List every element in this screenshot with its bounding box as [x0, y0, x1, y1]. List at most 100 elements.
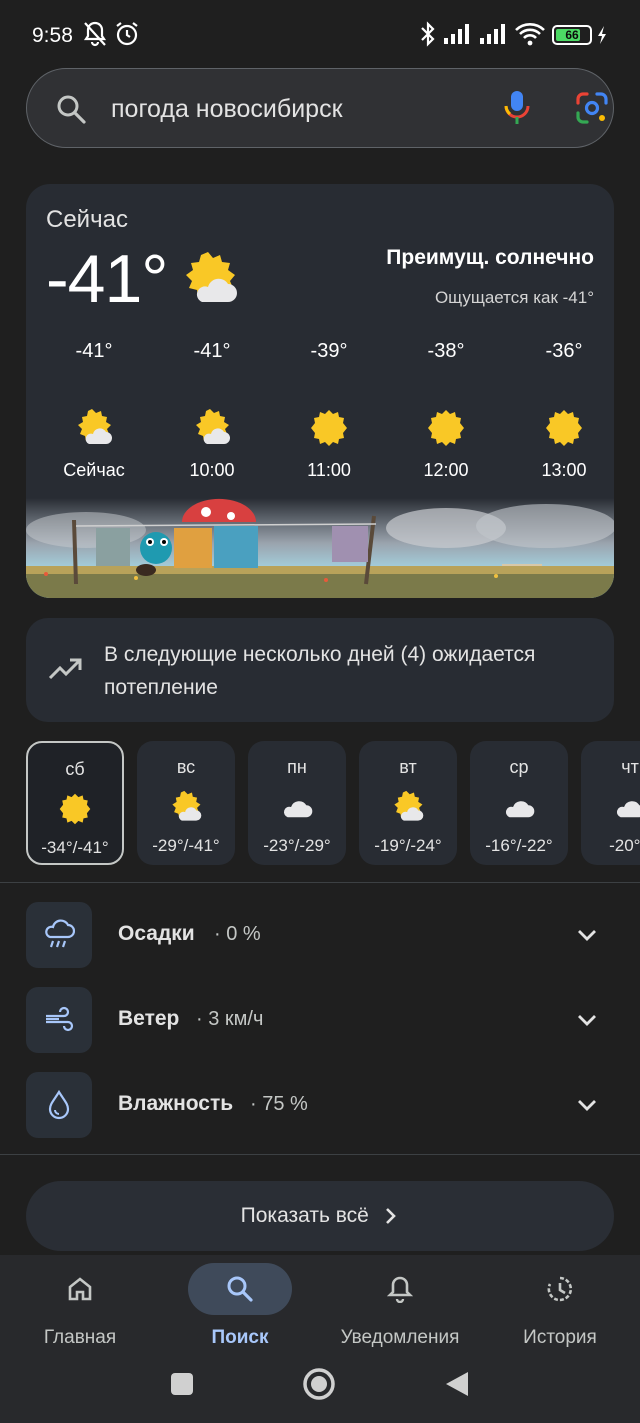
chevron-down-icon[interactable] — [576, 1094, 598, 1121]
day-temp-range: -19°/-24° — [374, 836, 442, 855]
humidity-icon — [26, 1072, 92, 1138]
day-scroll-clip: чт -20°/- — [581, 741, 640, 865]
wind-icon — [26, 987, 92, 1053]
hourly-temp: -39° — [310, 340, 348, 362]
day-name: ср — [509, 757, 529, 777]
detail-value: · 3 км/ч — [196, 1008, 264, 1030]
search-input[interactable]: погода новосибирск — [111, 95, 343, 124]
partly-sunny-icon — [180, 250, 240, 315]
hourly-temp: -41° — [193, 340, 231, 362]
back-button[interactable] — [444, 1370, 470, 1403]
hourly-time: 11:00 — [307, 460, 351, 480]
day-card[interactable]: ср -16°/-22° — [470, 741, 568, 865]
cloudy-icon — [613, 790, 640, 824]
day-temp-range: -29°/-41° — [152, 836, 220, 855]
day-name: чт — [621, 757, 639, 777]
detail-label: Осадки — [118, 922, 195, 945]
humidity-row[interactable]: Влажность · 75 % — [26, 1072, 614, 1138]
day-temp-range: -23°/-29° — [263, 836, 331, 855]
search-icon — [188, 1263, 292, 1315]
hourly-temp: -36° — [545, 340, 583, 362]
chevron-right-icon — [386, 1208, 397, 1225]
feels-like: Ощущается как -41° — [434, 288, 594, 307]
partly-sunny-icon — [169, 790, 203, 824]
search-bar[interactable]: погода новосибирск — [26, 68, 614, 148]
sunny-icon — [426, 408, 466, 448]
hourly-item: -38° 12:00 — [396, 340, 496, 481]
day-temp-range: -34°/-41° — [41, 838, 109, 857]
show-all-label: Показать всё — [240, 1204, 369, 1227]
hourly-time: 12:00 — [423, 460, 469, 480]
detail-label: Влажность — [118, 1092, 234, 1115]
detail-value-text: 0 % — [226, 923, 261, 945]
hourly-item: -36° 13:00 — [514, 340, 614, 481]
alarm-icon — [114, 20, 140, 53]
day-card[interactable]: вс -29°/-41° — [137, 741, 235, 865]
weather-card[interactable]: Сейчас -41° Преимущ. солнечно Ощущается … — [26, 184, 614, 598]
hourly-time: 10:00 — [189, 460, 235, 480]
nav-search[interactable]: Поиск — [160, 1263, 320, 1349]
nav-notifications[interactable]: Уведомления — [320, 1263, 480, 1349]
day-name: вс — [176, 757, 196, 777]
partly-sunny-icon — [74, 408, 114, 448]
hourly-time: Сейчас — [63, 460, 125, 480]
chevron-down-icon[interactable] — [576, 924, 598, 951]
partly-sunny-icon — [192, 408, 232, 448]
mic-icon[interactable] — [503, 89, 531, 132]
charging-icon — [596, 25, 608, 50]
weather-condition: Преимущ. солнечно — [386, 246, 594, 269]
trend-text: В следующие несколько дней (4) ожидается… — [104, 643, 536, 699]
recents-button[interactable] — [170, 1372, 194, 1401]
weather-scene-illustration — [26, 498, 614, 598]
bell-icon — [348, 1263, 452, 1315]
warming-trend-card[interactable]: В следующие несколько дней (4) ожидается… — [26, 618, 614, 722]
nav-label: История — [523, 1327, 597, 1348]
hourly-temp: -38° — [427, 340, 465, 362]
nav-home[interactable]: Главная — [0, 1263, 160, 1349]
day-card[interactable]: пн -23°/-29° — [248, 741, 346, 865]
detail-value-text: 3 км/ч — [208, 1008, 264, 1030]
sunny-icon — [544, 408, 584, 448]
wifi-icon — [514, 20, 546, 53]
signal-icon — [478, 20, 510, 53]
lens-icon[interactable] — [575, 91, 609, 130]
show-all-button[interactable]: Показать всё — [26, 1181, 614, 1251]
nav-history[interactable]: История — [480, 1263, 640, 1349]
bluetooth-icon — [418, 20, 438, 53]
hourly-item: -41° 10:00 — [162, 340, 262, 481]
trending-up-icon — [48, 656, 84, 687]
bell-off-icon — [82, 20, 108, 53]
day-temp-range: -20°/- — [609, 836, 640, 855]
history-icon — [508, 1263, 612, 1315]
wind-row[interactable]: Ветер · 3 км/ч — [26, 987, 614, 1053]
detail-value-text: 75 % — [262, 1093, 308, 1115]
day-card[interactable]: чт -20°/- — [581, 741, 640, 865]
chevron-down-icon[interactable] — [576, 1009, 598, 1036]
day-name: сб — [65, 759, 85, 779]
hourly-temp: -41° — [75, 340, 113, 362]
day-name: пн — [287, 757, 307, 777]
battery-level: 66 — [565, 28, 579, 42]
day-card[interactable]: вт -19°/-24° — [359, 741, 457, 865]
status-bar: 9:58 66 — [0, 0, 640, 70]
divider — [0, 882, 640, 883]
now-label: Сейчас — [46, 206, 128, 233]
rain-icon — [26, 902, 92, 968]
search-icon — [55, 93, 87, 130]
sunny-icon — [58, 792, 92, 826]
nav-label: Уведомления — [340, 1327, 460, 1348]
nav-label: Поиск — [211, 1327, 269, 1348]
battery-icon: 66 — [552, 25, 592, 45]
bottom-navigation: Главная Поиск Уведомления История — [0, 1255, 640, 1423]
day-name: вт — [399, 757, 417, 777]
detail-value: · 0 % — [214, 923, 261, 945]
current-temperature: -41° — [46, 241, 168, 317]
nav-label: Главная — [43, 1327, 117, 1348]
hourly-item: -39° 11:00 — [279, 340, 379, 481]
partly-sunny-icon — [391, 790, 425, 824]
day-temp-range: -16°/-22° — [485, 836, 553, 855]
day-card[interactable]: сб -34°/-41° — [26, 741, 124, 865]
home-button[interactable] — [302, 1367, 336, 1406]
home-icon — [28, 1263, 132, 1315]
precipitation-row[interactable]: Осадки · 0 % — [26, 902, 614, 968]
